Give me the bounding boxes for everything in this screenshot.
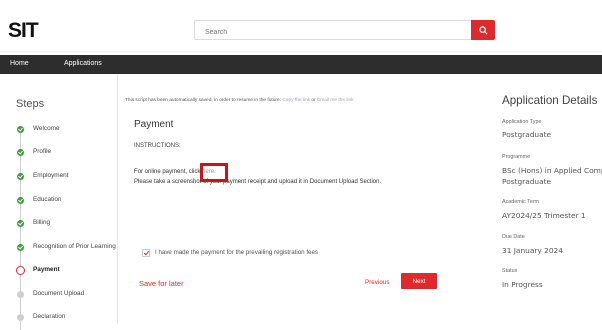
steps-title: Steps	[16, 98, 45, 110]
step-complete-icon	[17, 173, 24, 180]
highlight-annotation-box	[200, 163, 228, 182]
top-bar: SIT	[0, 0, 602, 52]
details-title: Application Details	[502, 94, 598, 107]
due-date-value: 31 January 2024	[502, 246, 563, 255]
step-employment[interactable]: Employment	[0, 170, 118, 184]
step-pending-icon	[17, 314, 24, 321]
programme-label: Programme	[502, 154, 531, 160]
step-document-upload[interactable]: Document Upload	[0, 288, 118, 302]
step-complete-icon	[17, 244, 24, 251]
step-billing[interactable]: Billing	[0, 217, 118, 231]
step-label: Payment	[33, 266, 60, 273]
step-declaration[interactable]: Declaration	[0, 311, 118, 325]
programme-value: BSc (Hons) in Applied Comp	[502, 166, 602, 175]
step-welcome[interactable]: Welcome	[0, 123, 118, 137]
step-complete-icon	[17, 220, 24, 227]
academic-term-value: AY2024/25 Trimester 1	[502, 211, 586, 220]
save-for-later-link[interactable]: Save for later	[139, 279, 184, 288]
status-value: In Progress	[502, 280, 543, 289]
autosave-text: This script has been automatically saved…	[125, 98, 281, 103]
logo-text: SIT	[8, 19, 39, 40]
instructions-label: INSTRUCTIONS:	[134, 143, 181, 149]
step-payment[interactable]: Payment	[0, 264, 118, 278]
application-type-value: Postgraduate	[502, 130, 552, 139]
search-button[interactable]	[471, 20, 495, 40]
main-nav: Home Applications	[0, 55, 602, 74]
payment-confirm-label[interactable]: I have made the payment for the prevaili…	[155, 249, 318, 256]
step-complete-icon	[17, 126, 24, 133]
nav-home-link[interactable]: Home	[10, 60, 29, 67]
search-bar	[194, 20, 495, 42]
step-label: Education	[33, 196, 62, 203]
step-current-icon	[16, 266, 25, 275]
screenshot-note: Please take a screenshot of your payment…	[134, 179, 382, 185]
step-label: Profile	[33, 148, 52, 155]
search-input[interactable]	[195, 23, 467, 42]
step-pending-icon	[17, 291, 24, 298]
search-icon	[478, 25, 488, 35]
step-label: Billing	[33, 219, 51, 226]
copy-link[interactable]: Copy the link	[282, 98, 310, 103]
online-payment-prefix: For online payment, click	[134, 169, 201, 175]
payment-confirm-checkbox[interactable]	[142, 249, 150, 257]
page-title: Payment	[134, 119, 174, 130]
application-type-label: Application Type	[502, 119, 542, 125]
sit-logo[interactable]: SIT	[8, 18, 44, 42]
or-text: or	[311, 98, 316, 103]
previous-button[interactable]: Previous	[365, 279, 390, 286]
programme-value-level: Postgraduate	[502, 177, 552, 186]
step-complete-icon	[17, 197, 24, 204]
step-label: Declaration	[33, 313, 66, 320]
step-label: Welcome	[33, 125, 60, 132]
step-complete-icon	[17, 149, 24, 156]
payment-panel: This script has been automatically saved…	[118, 74, 496, 324]
autosave-notice: This script has been automatically saved…	[125, 98, 354, 103]
nav-applications-link[interactable]: Applications	[64, 60, 102, 67]
steps-sidebar: Steps Welcome Profile Employment Educati…	[0, 74, 118, 330]
step-label: Document Upload	[33, 290, 85, 297]
step-education[interactable]: Education	[0, 194, 118, 208]
due-date-label: Due Date	[502, 234, 525, 240]
application-details-panel: Application Details Application Type Pos…	[496, 74, 602, 324]
step-label: Employment	[33, 172, 69, 179]
next-button[interactable]: Next	[401, 273, 437, 289]
step-label: Recognition of Prior Learning	[33, 243, 116, 250]
email-link[interactable]: Email me the link	[317, 98, 354, 103]
status-label: Status	[502, 268, 518, 274]
step-profile[interactable]: Profile	[0, 146, 118, 160]
step-recognition-of-prior-learning[interactable]: Recognition of Prior Learning	[0, 241, 118, 255]
academic-term-label: Academic Term	[502, 199, 540, 205]
